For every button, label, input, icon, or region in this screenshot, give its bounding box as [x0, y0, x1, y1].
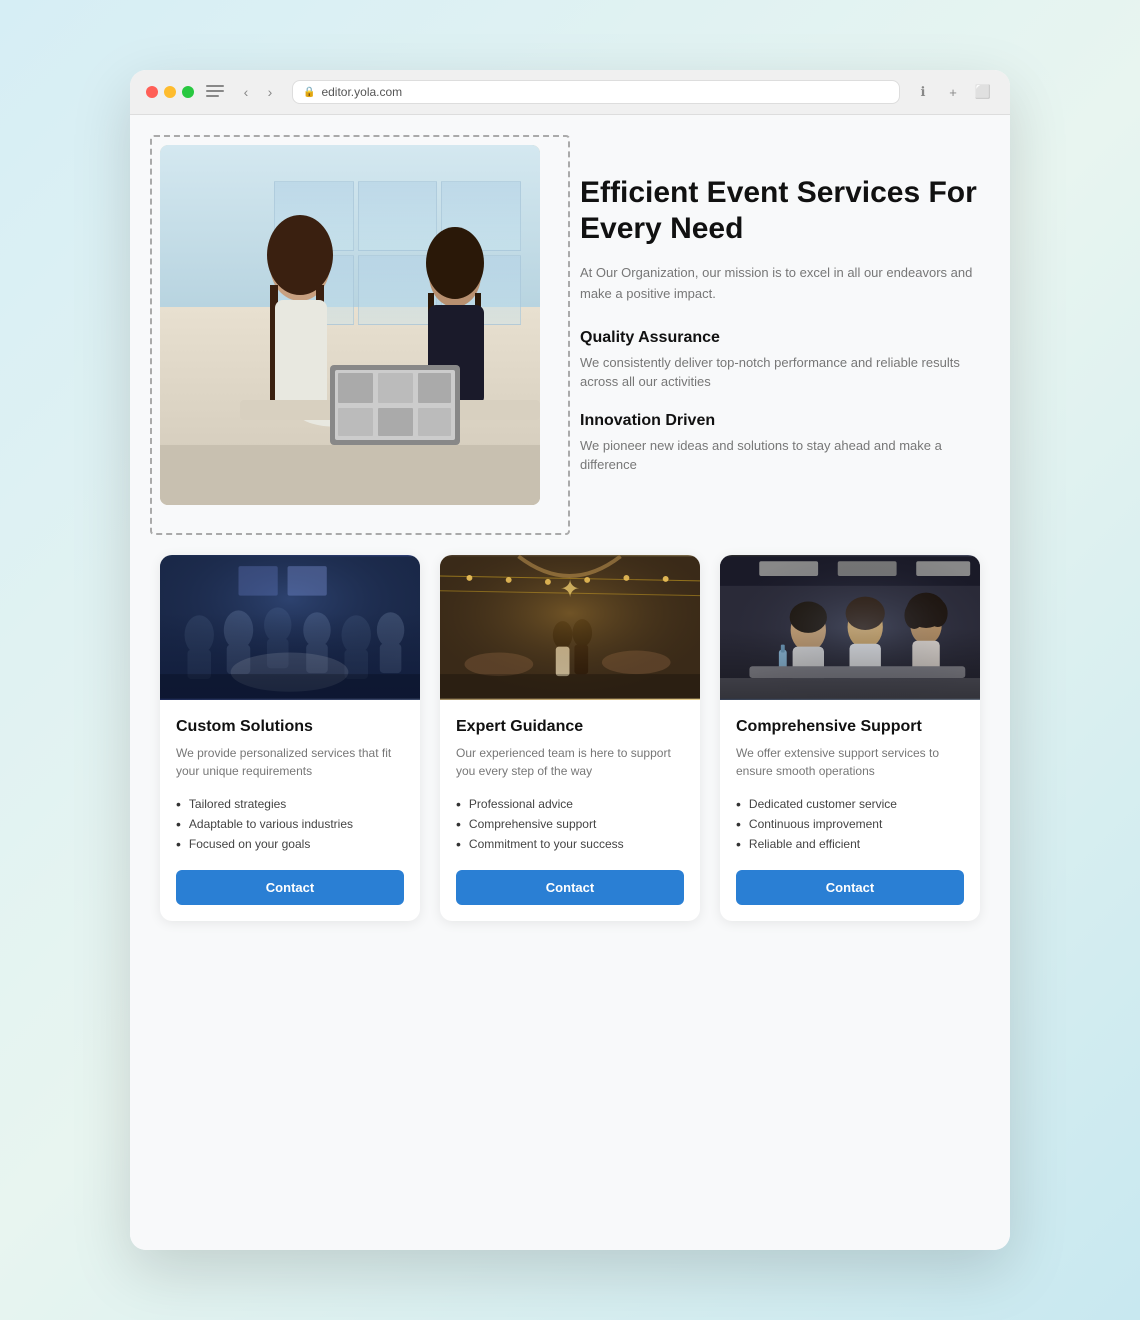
feature-title-quality: Quality Assurance [580, 329, 980, 347]
card-custom-solutions: Custom Solutions We provide personalized… [160, 555, 420, 921]
nav-arrows: ‹ › [236, 82, 280, 102]
contact-button-support[interactable]: Contact [736, 870, 964, 905]
hero-description: At Our Organization, our mission is to e… [580, 263, 980, 305]
forward-button[interactable]: › [260, 82, 280, 102]
hero-section: Efficient Event Services For Every Need … [160, 145, 980, 505]
card-image-students [720, 555, 980, 700]
hero-image-wrapper [160, 145, 540, 505]
sidebar-toggle-icon[interactable] [206, 85, 224, 99]
address-bar[interactable]: 🔒 editor.yola.com [292, 80, 900, 104]
hero-image [160, 145, 540, 505]
contact-button-custom[interactable]: Contact [176, 870, 404, 905]
maximize-window-button[interactable] [182, 86, 194, 98]
list-item: Commitment to your success [456, 834, 684, 854]
new-tab-button[interactable]: + [942, 81, 964, 103]
card-title-support: Comprehensive Support [736, 718, 964, 736]
back-button[interactable]: ‹ [236, 82, 256, 102]
traffic-lights [146, 86, 194, 98]
feature-title-innovation: Innovation Driven [580, 412, 980, 430]
url-text: editor.yola.com [321, 85, 402, 99]
list-item: Dedicated customer service [736, 794, 964, 814]
security-lock-icon: 🔒 [303, 87, 315, 98]
feature-desc-quality: We consistently deliver top-notch perfor… [580, 353, 980, 392]
browser-content: Efficient Event Services For Every Need … [130, 115, 1010, 1250]
list-item: Continuous improvement [736, 814, 964, 834]
list-item: Tailored strategies [176, 794, 404, 814]
card-body-expert: Expert Guidance Our experienced team is … [440, 700, 700, 921]
card-expert-guidance: Expert Guidance Our experienced team is … [440, 555, 700, 921]
hero-title: Efficient Event Services For Every Need [580, 175, 980, 247]
feature-block-quality: Quality Assurance We consistently delive… [580, 329, 980, 392]
list-item: Adaptable to various industries [176, 814, 404, 834]
card-comprehensive-support: Comprehensive Support We offer extensive… [720, 555, 980, 921]
feature-block-innovation: Innovation Driven We pioneer new ideas a… [580, 412, 980, 475]
card-body-custom: Custom Solutions We provide personalized… [160, 700, 420, 921]
card-title-expert: Expert Guidance [456, 718, 684, 736]
conference-image-bg [160, 555, 420, 700]
browser-window: ‹ › 🔒 editor.yola.com ℹ + ⬜ [130, 70, 1010, 1250]
hero-img-background [160, 145, 540, 505]
card-list-custom: Tailored strategies Adaptable to various… [176, 794, 404, 854]
card-title-custom: Custom Solutions [176, 718, 404, 736]
card-desc-custom: We provide personalized services that fi… [176, 744, 404, 780]
wedding-image-bg [440, 555, 700, 700]
cards-section: Custom Solutions We provide personalized… [160, 555, 980, 921]
list-item: Focused on your goals [176, 834, 404, 854]
card-body-support: Comprehensive Support We offer extensive… [720, 700, 980, 921]
browser-actions: ℹ + ⬜ [912, 81, 994, 103]
browser-chrome: ‹ › 🔒 editor.yola.com ℹ + ⬜ [130, 70, 1010, 115]
info-button[interactable]: ℹ [912, 81, 934, 103]
card-list-expert: Professional advice Comprehensive suppor… [456, 794, 684, 854]
feature-desc-innovation: We pioneer new ideas and solutions to st… [580, 436, 980, 475]
close-window-button[interactable] [146, 86, 158, 98]
contact-button-expert[interactable]: Contact [456, 870, 684, 905]
card-list-support: Dedicated customer service Continuous im… [736, 794, 964, 854]
list-item: Professional advice [456, 794, 684, 814]
card-desc-expert: Our experienced team is here to support … [456, 744, 684, 780]
list-item: Comprehensive support [456, 814, 684, 834]
card-image-wedding [440, 555, 700, 700]
minimize-window-button[interactable] [164, 86, 176, 98]
page-content: Efficient Event Services For Every Need … [130, 115, 1010, 951]
card-desc-support: We offer extensive support services to e… [736, 744, 964, 780]
students-image-bg [720, 555, 980, 700]
extensions-button[interactable]: ⬜ [972, 81, 994, 103]
hero-text: Efficient Event Services For Every Need … [580, 155, 980, 495]
card-image-conference [160, 555, 420, 700]
list-item: Reliable and efficient [736, 834, 964, 854]
